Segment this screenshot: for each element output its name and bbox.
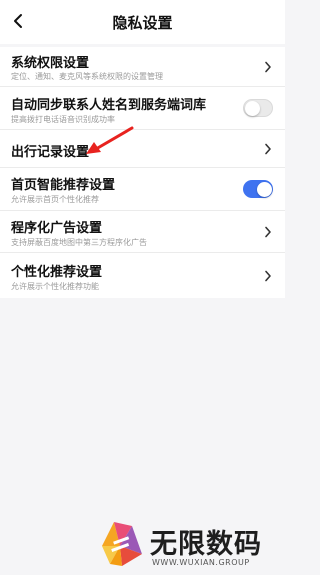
top-nav-bar: 隐私设置 <box>0 0 285 44</box>
watermark: 无限数码 WWW.WUXIAN.GROUP <box>92 516 282 572</box>
setting-row-home-recommend: 首页智能推荐设置 允许展示首页个性化推荐 <box>0 168 285 211</box>
chevron-right-icon <box>265 226 271 238</box>
home-recommend-toggle[interactable] <box>243 180 273 198</box>
setting-row-system-permissions[interactable]: 系统权限设置 定位、通知、麦克风等系统权限的设置管理 <box>0 47 285 87</box>
setting-description: 允许展示首页个性化推荐 <box>11 195 99 204</box>
setting-label: 系统权限设置 <box>11 56 90 71</box>
chevron-right-icon <box>265 61 271 73</box>
setting-row-travel-records[interactable]: 出行记录设置 <box>0 130 285 168</box>
setting-label: 程序化广告设置 <box>11 221 103 236</box>
setting-row-personalized-recommend[interactable]: 个性化推荐设置 允许展示个性化推荐功能 <box>0 253 285 298</box>
setting-label: 个性化推荐设置 <box>11 265 103 280</box>
wuxian-logo-icon <box>102 522 142 566</box>
toggle-knob <box>256 181 272 197</box>
red-annotation-arrow-icon <box>86 126 134 154</box>
chevron-right-icon <box>265 143 271 155</box>
toggle-knob <box>245 100 260 116</box>
setting-row-sync-contacts: 自动同步联系人姓名到服务端词库 提高拨打电话语音识别成功率 <box>0 87 285 130</box>
watermark-url: WWW.WUXIAN.GROUP <box>152 558 250 567</box>
sync-contacts-toggle[interactable] <box>243 99 273 117</box>
settings-list: 系统权限设置 定位、通知、麦克风等系统权限的设置管理 自动同步联系人姓名到服务端… <box>0 47 285 298</box>
setting-description: 定位、通知、麦克风等系统权限的设置管理 <box>11 72 163 81</box>
setting-description: 支持屏蔽百度地图中第三方程序化广告 <box>11 238 147 247</box>
watermark-name: 无限数码 <box>150 529 262 560</box>
setting-label: 首页智能推荐设置 <box>11 178 116 193</box>
chevron-right-icon <box>265 270 271 282</box>
setting-row-programmatic-ads[interactable]: 程序化广告设置 支持屏蔽百度地图中第三方程序化广告 <box>0 211 285 253</box>
setting-label: 自动同步联系人姓名到服务端词库 <box>11 98 207 113</box>
page-title: 隐私设置 <box>112 14 173 32</box>
setting-label: 出行记录设置 <box>11 145 90 160</box>
setting-description: 允许展示个性化推荐功能 <box>11 282 99 291</box>
